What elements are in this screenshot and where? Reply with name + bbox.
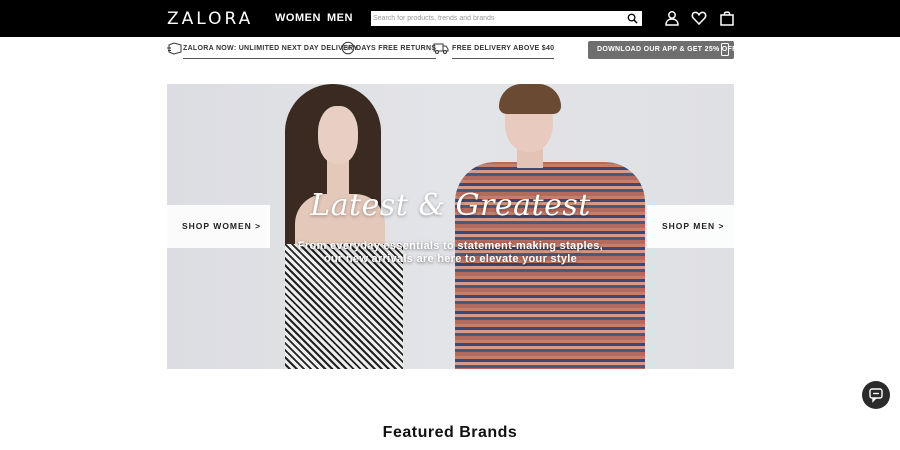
svg-text:30: 30 [345,46,351,52]
download-app-label: DOWNLOAD OUR APP & GET 25% OFF [597,46,737,53]
hero-model-woman-face [318,106,358,164]
nav-men-link[interactable]: MEN [327,12,353,24]
shopping-bag-icon[interactable] [719,10,735,26]
usp-free-delivery-link[interactable]: FREE DELIVERY ABOVE $40 [452,45,555,59]
shop-women-button[interactable]: SHOP WOMEN > [167,205,270,248]
shop-men-button[interactable]: SHOP MEN > [647,205,734,248]
hero-banner[interactable]: Latest & Greatest From everyday essentia… [167,84,734,369]
truck-icon [433,43,449,54]
wishlist-heart-icon[interactable] [691,10,707,26]
hero-subtitle-line2: our new arrivals are here to elevate you… [323,253,578,265]
featured-brands-heading: Featured Brands [382,424,518,441]
top-navigation-bar: ZALORA WOMEN MEN [0,0,900,37]
search-input[interactable] [373,11,621,26]
search-icon[interactable] [627,13,638,24]
zalora-logo[interactable]: ZALORA [167,9,253,29]
download-app-button[interactable]: DOWNLOAD OUR APP & GET 25% OFF [588,41,737,59]
search-box [371,11,642,26]
30-days-returns-icon: 30 [341,41,355,55]
usp-free-returns-link[interactable]: DAYS FREE RETURNS [356,45,437,59]
phone-icon [721,43,729,56]
chat-icon [869,388,883,403]
usp-next-day-delivery-link[interactable]: ZALORA NOW: UNLIMITED NEXT DAY DELIVERY [183,45,359,59]
hero-model-man-hair [499,84,561,114]
nav-women-link[interactable]: WOMEN [275,12,321,24]
account-icon[interactable] [664,10,680,26]
zalora-now-delivery-icon [167,42,182,55]
chat-support-button[interactable] [862,381,890,409]
